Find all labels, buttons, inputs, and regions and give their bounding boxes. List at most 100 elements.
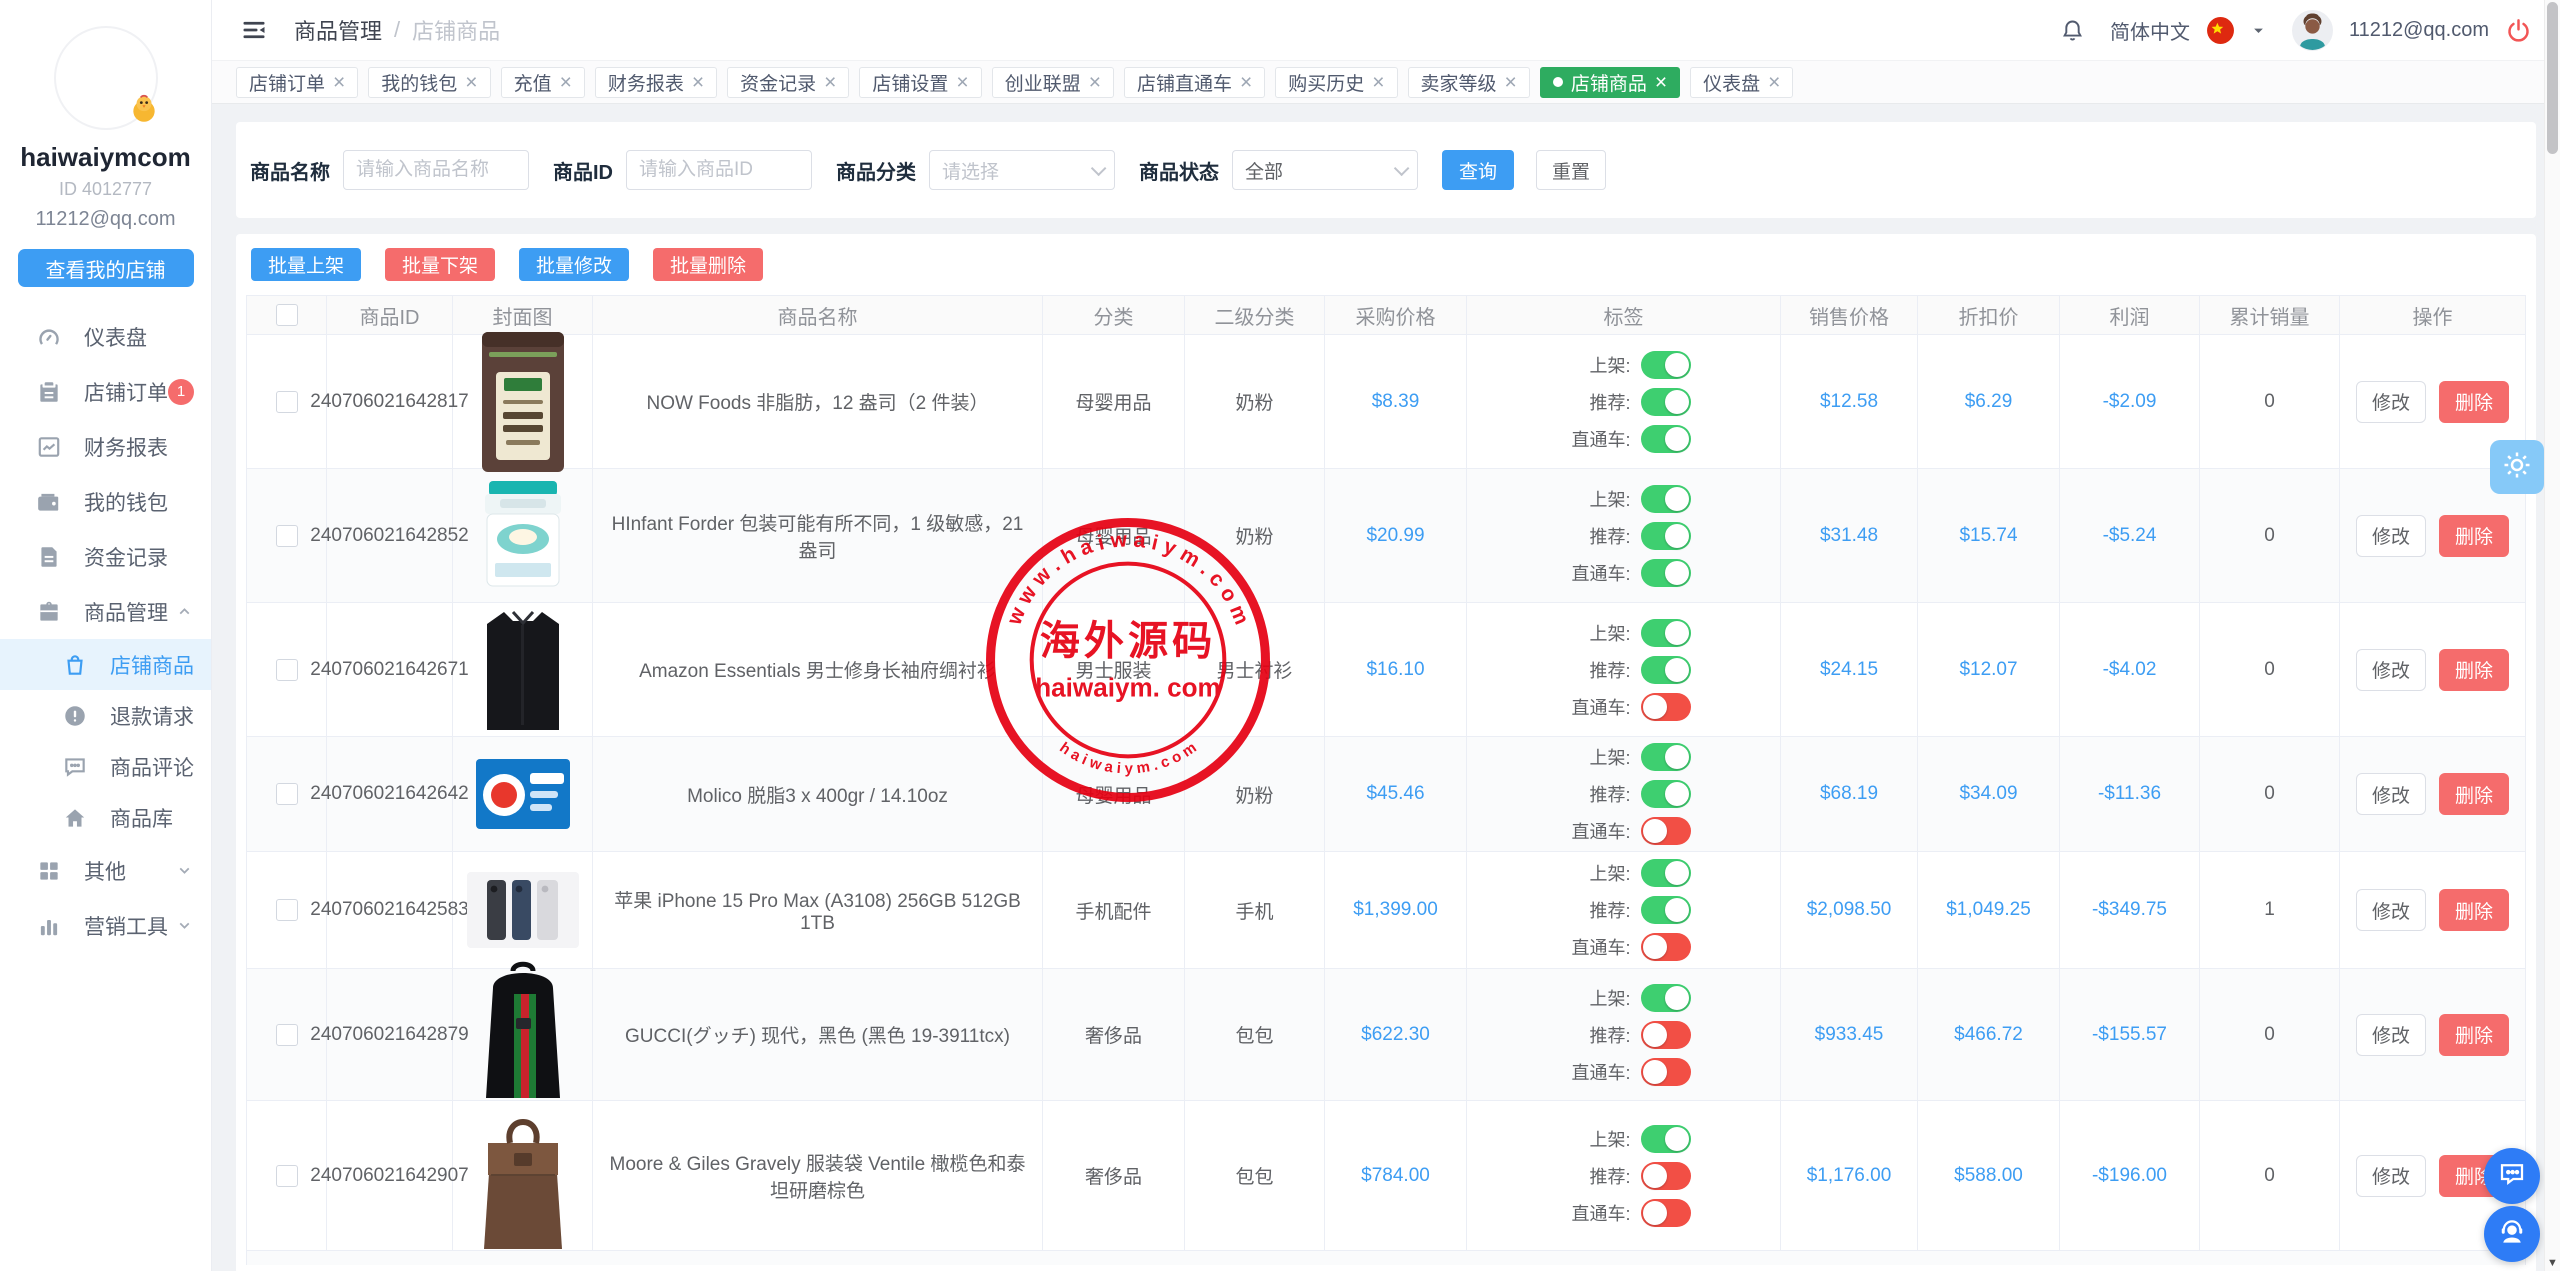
- sidebar-item[interactable]: 我的钱包: [0, 474, 211, 529]
- listed-toggle[interactable]: [1641, 485, 1691, 513]
- delete-button[interactable]: 删除: [2439, 773, 2509, 815]
- delete-button[interactable]: 删除: [2439, 649, 2509, 691]
- breadcrumb-root[interactable]: 商品管理: [294, 14, 382, 46]
- chat-button[interactable]: [2484, 1148, 2540, 1204]
- batch-delete-button[interactable]: 批量删除: [653, 248, 763, 281]
- direct-train-toggle[interactable]: [1641, 559, 1691, 587]
- category-select[interactable]: 请选择: [929, 150, 1115, 190]
- scrollbar-down-arrow[interactable]: ▼: [2545, 1257, 2560, 1269]
- scrollbar-thumb[interactable]: [2547, 2, 2558, 154]
- sidebar-item[interactable]: 仪表盘: [0, 309, 211, 364]
- close-tab-icon[interactable]: ×: [824, 72, 836, 93]
- tab[interactable]: 店铺设置 ×: [859, 67, 981, 98]
- close-tab-icon[interactable]: ×: [333, 72, 345, 93]
- close-tab-icon[interactable]: ×: [956, 72, 968, 93]
- close-tab-icon[interactable]: ×: [465, 72, 477, 93]
- china-flag-icon[interactable]: [2206, 16, 2235, 45]
- collapse-menu-icon[interactable]: [240, 16, 268, 44]
- direct-train-toggle[interactable]: [1641, 1199, 1691, 1227]
- listed-toggle[interactable]: [1641, 743, 1691, 771]
- edit-button[interactable]: 修改: [2356, 889, 2426, 931]
- delete-button[interactable]: 删除: [2439, 1014, 2509, 1056]
- recommended-toggle[interactable]: [1641, 896, 1691, 924]
- account-email[interactable]: 11212@qq.com: [2349, 19, 2489, 42]
- close-tab-icon[interactable]: ×: [1240, 72, 1252, 93]
- recommended-toggle[interactable]: [1641, 780, 1691, 808]
- page-scrollbar[interactable]: ▼: [2544, 0, 2560, 1271]
- tab[interactable]: 店铺商品 ×: [1540, 67, 1680, 98]
- edit-button[interactable]: 修改: [2356, 515, 2426, 557]
- row-checkbox[interactable]: [276, 899, 298, 921]
- listed-toggle[interactable]: [1641, 351, 1691, 379]
- listed-toggle[interactable]: [1641, 984, 1691, 1012]
- batch-on-shelf-button[interactable]: 批量上架: [251, 248, 361, 281]
- row-checkbox[interactable]: [276, 1024, 298, 1046]
- edit-button[interactable]: 修改: [2356, 773, 2426, 815]
- edit-button[interactable]: 修改: [2356, 381, 2426, 423]
- settings-gear-button[interactable]: [2490, 440, 2544, 494]
- close-tab-icon[interactable]: ×: [1655, 72, 1667, 93]
- tab[interactable]: 财务报表 ×: [595, 67, 717, 98]
- recommended-toggle[interactable]: [1641, 388, 1691, 416]
- recommended-toggle[interactable]: [1641, 1021, 1691, 1049]
- tab[interactable]: 充值 ×: [501, 67, 585, 98]
- close-tab-icon[interactable]: ×: [1089, 72, 1101, 93]
- sidebar-item[interactable]: 其他: [0, 843, 211, 898]
- delete-button[interactable]: 删除: [2439, 889, 2509, 931]
- edit-button[interactable]: 修改: [2356, 1014, 2426, 1056]
- tab[interactable]: 创业联盟 ×: [992, 67, 1114, 98]
- sidebar-item[interactable]: 商品评论: [0, 741, 211, 792]
- tab[interactable]: 仪表盘 ×: [1690, 67, 1793, 98]
- row-checkbox[interactable]: [276, 391, 298, 413]
- row-checkbox[interactable]: [276, 1165, 298, 1187]
- product-id-input[interactable]: [626, 150, 812, 190]
- listed-toggle[interactable]: [1641, 859, 1691, 887]
- product-name-input[interactable]: [343, 150, 529, 190]
- recommended-toggle[interactable]: [1641, 1162, 1691, 1190]
- language-caret-icon[interactable]: [2251, 23, 2266, 38]
- tab[interactable]: 资金记录 ×: [727, 67, 849, 98]
- customer-service-button[interactable]: [2484, 1206, 2540, 1262]
- direct-train-toggle[interactable]: [1641, 693, 1691, 721]
- sidebar-item[interactable]: 商品管理: [0, 584, 211, 639]
- row-checkbox[interactable]: [276, 525, 298, 547]
- tab[interactable]: 店铺订单 ×: [236, 67, 358, 98]
- tab[interactable]: 卖家等级 ×: [1408, 67, 1530, 98]
- batch-off-shelf-button[interactable]: 批量下架: [385, 248, 495, 281]
- direct-train-toggle[interactable]: [1641, 817, 1691, 845]
- close-tab-icon[interactable]: ×: [1768, 72, 1780, 93]
- delete-button[interactable]: 删除: [2439, 515, 2509, 557]
- view-shop-button[interactable]: 查看我的店铺: [18, 249, 194, 287]
- close-tab-icon[interactable]: ×: [692, 72, 704, 93]
- sidebar-item[interactable]: 商品库: [0, 792, 211, 843]
- close-tab-icon[interactable]: ×: [560, 72, 572, 93]
- tab[interactable]: 我的钱包 ×: [368, 67, 490, 98]
- recommended-toggle[interactable]: [1641, 522, 1691, 550]
- recommended-toggle[interactable]: [1641, 656, 1691, 684]
- batch-edit-button[interactable]: 批量修改: [519, 248, 629, 281]
- sidebar-item[interactable]: 资金记录: [0, 529, 211, 584]
- close-tab-icon[interactable]: ×: [1372, 72, 1384, 93]
- language-label[interactable]: 简体中文: [2110, 16, 2190, 45]
- account-avatar[interactable]: [2292, 10, 2333, 51]
- direct-train-toggle[interactable]: [1641, 1058, 1691, 1086]
- direct-train-toggle[interactable]: [1641, 933, 1691, 961]
- search-button[interactable]: 查询: [1442, 150, 1514, 190]
- notifications-bell-icon[interactable]: [2059, 17, 2086, 44]
- row-checkbox[interactable]: [276, 659, 298, 681]
- select-all-checkbox[interactable]: [276, 304, 298, 326]
- listed-toggle[interactable]: [1641, 619, 1691, 647]
- sidebar-item[interactable]: 店铺商品: [0, 639, 211, 690]
- close-tab-icon[interactable]: ×: [1505, 72, 1517, 93]
- row-checkbox[interactable]: [276, 783, 298, 805]
- sidebar-item[interactable]: 财务报表: [0, 419, 211, 474]
- status-select[interactable]: 全部: [1232, 150, 1418, 190]
- tab[interactable]: 购买历史 ×: [1275, 67, 1397, 98]
- sidebar-item[interactable]: 退款请求: [0, 690, 211, 741]
- sidebar-item[interactable]: 店铺订单 1: [0, 364, 211, 419]
- listed-toggle[interactable]: [1641, 1125, 1691, 1153]
- user-avatar[interactable]: [54, 26, 158, 130]
- tab[interactable]: 店铺直通车 ×: [1124, 67, 1265, 98]
- logout-power-icon[interactable]: [2505, 17, 2532, 44]
- direct-train-toggle[interactable]: [1641, 425, 1691, 453]
